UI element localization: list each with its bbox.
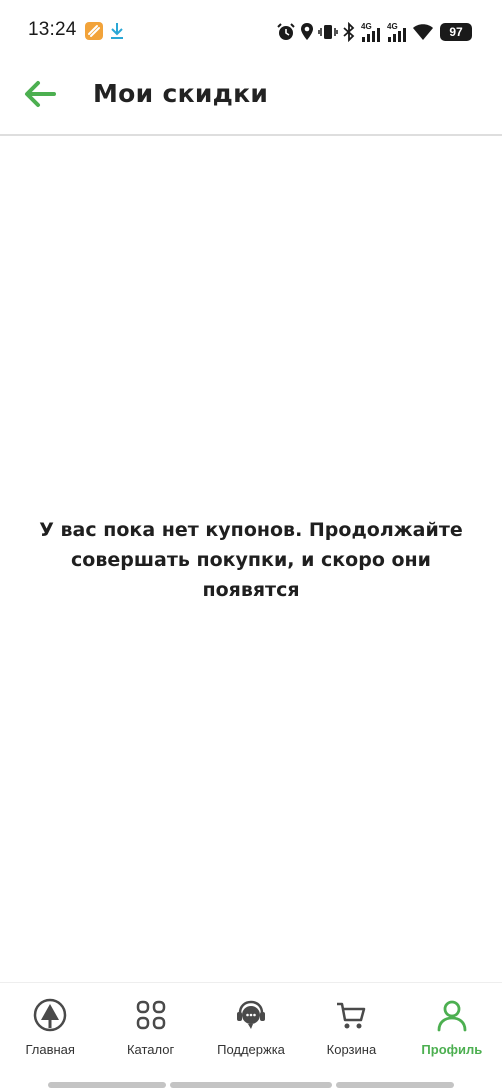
- nav-label-profile: Профиль: [421, 1042, 483, 1057]
- gesture-segment: [48, 1082, 166, 1088]
- cart-icon: [334, 998, 368, 1032]
- signal-4g-icon: 4G: [386, 21, 408, 43]
- status-bar: 13:24 4G 4G 97: [0, 0, 502, 62]
- back-button[interactable]: [18, 76, 62, 116]
- bluetooth-icon: [342, 21, 356, 43]
- location-icon: [300, 21, 314, 43]
- svg-text:4G: 4G: [361, 22, 372, 31]
- download-icon: [109, 21, 125, 41]
- empty-state-message: У вас пока нет купонов. Продолжайте сове…: [39, 519, 463, 601]
- alarm-icon: [276, 21, 296, 43]
- nav-label-catalog: Каталог: [126, 1042, 175, 1057]
- status-time: 13:24: [28, 19, 77, 40]
- gesture-bar[interactable]: [0, 1082, 502, 1088]
- headset-icon: [234, 998, 268, 1032]
- home-tree-icon: [33, 998, 67, 1032]
- wifi-icon: [412, 21, 434, 43]
- app-badge-icon: [85, 22, 103, 40]
- page-title: Мои скидки: [93, 79, 269, 108]
- battery-icon: 97: [440, 23, 472, 41]
- nav-item-profile[interactable]: Профиль: [402, 983, 502, 1078]
- nav-item-home[interactable]: Главная: [0, 983, 100, 1078]
- grid-icon: [134, 998, 168, 1032]
- app-bar: Мои скидки: [0, 62, 502, 136]
- status-icons: 4G 4G 97: [276, 20, 472, 44]
- nav-item-support[interactable]: Поддержка: [201, 983, 301, 1078]
- gesture-segment: [336, 1082, 454, 1088]
- signal-4g-icon: 4G: [360, 21, 382, 43]
- arrow-left-icon: [23, 80, 57, 112]
- nav-label-cart: Корзина: [326, 1042, 377, 1057]
- person-icon: [435, 998, 469, 1032]
- svg-text:4G: 4G: [387, 22, 398, 31]
- nav-item-catalog[interactable]: Каталог: [100, 983, 200, 1078]
- bottom-navigation: Главная Каталог Поддержка Корзина Профил…: [0, 982, 502, 1078]
- gesture-segment: [170, 1082, 332, 1088]
- nav-label-support: Поддержка: [217, 1042, 285, 1057]
- nav-item-cart[interactable]: Корзина: [301, 983, 401, 1078]
- nav-label-home: Главная: [25, 1042, 75, 1057]
- vibrate-icon: [318, 21, 338, 43]
